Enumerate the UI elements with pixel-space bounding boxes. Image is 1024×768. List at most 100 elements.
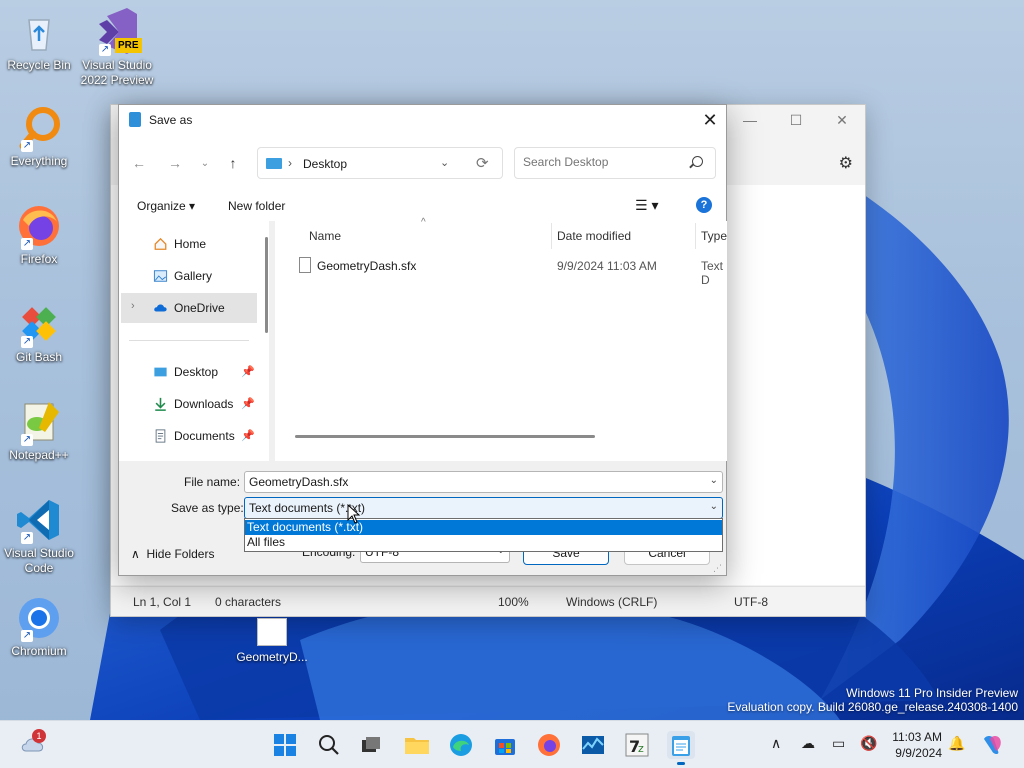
desktop-icon-recycle-bin[interactable]: Recycle Bin: [0, 8, 78, 73]
chromium-icon: ↗: [15, 594, 63, 642]
notepadpp-icon: ↗: [15, 398, 63, 446]
svg-text:z: z: [638, 742, 644, 755]
notepad-taskbar-icon[interactable]: [667, 731, 695, 765]
file-name-label: File name:: [184, 475, 241, 489]
minimize-icon[interactable]: —: [727, 105, 773, 135]
seven-zip-icon[interactable]: 7z: [623, 731, 651, 759]
clock-date: 9/9/2024: [895, 746, 942, 760]
copilot-icon[interactable]: [978, 731, 1006, 759]
recent-locations-chevron-icon[interactable]: ⌄: [193, 151, 217, 175]
search-input[interactable]: [523, 155, 683, 169]
save-as-type-dropdown[interactable]: Text documents (*.txt) All files: [244, 518, 723, 552]
desktop-file-geometrydash[interactable]: GeometryD...: [236, 618, 308, 664]
desktop-icon-visual-studio[interactable]: PRE ↗ Visual Studio 2022 Preview: [78, 8, 156, 88]
dialog-title-bar: Save as ✕: [119, 105, 726, 135]
system-clock[interactable]: 11:03 AM 9/9/2024: [884, 729, 942, 761]
recycle-bin-icon: [15, 8, 63, 56]
file-type-cell: Text D: [701, 259, 724, 287]
onedrive-cloud-icon: [154, 304, 167, 312]
address-bar[interactable]: › Desktop ⌄ ⟳: [257, 147, 503, 179]
search-icon[interactable]: [692, 156, 703, 167]
dropdown-option-text-documents[interactable]: Text documents (*.txt): [245, 520, 722, 535]
nav-item-downloads[interactable]: Downloads 📌: [121, 389, 257, 419]
gallery-icon: [153, 270, 168, 282]
file-explorer-icon[interactable]: [403, 731, 431, 759]
file-name-input[interactable]: GeometryDash.sfx ⌄: [244, 471, 723, 493]
close-icon[interactable]: ✕: [694, 105, 726, 135]
hide-folders-button[interactable]: ∧ Hide Folders: [131, 547, 214, 561]
home-icon: [154, 237, 167, 250]
save-as-type-select[interactable]: Text documents (*.txt) ⌄: [244, 497, 723, 519]
start-button-icon[interactable]: [271, 731, 299, 759]
nav-item-home[interactable]: Home: [121, 229, 257, 259]
task-manager-icon[interactable]: [579, 731, 607, 759]
address-dropdown-icon[interactable]: ⌄: [440, 156, 449, 169]
nav-divider: [129, 340, 249, 341]
desktop-icon-notepadpp[interactable]: ↗ Notepad++: [0, 398, 78, 463]
network-disconnected-icon[interactable]: ☁: [801, 735, 815, 752]
microsoft-store-icon[interactable]: [491, 731, 519, 759]
status-line-ending: Windows (CRLF): [566, 594, 658, 609]
settings-gear-icon[interactable]: ⚙: [839, 153, 853, 173]
breadcrumb-chevron-icon: ›: [288, 156, 292, 170]
desktop-icon-chromium[interactable]: ↗ Chromium: [0, 594, 78, 659]
desktop-icon-vscode[interactable]: ↗ Visual Studio Code: [0, 496, 78, 576]
column-header-date[interactable]: Date modified: [557, 229, 631, 243]
pin-icon[interactable]: 📌: [241, 365, 255, 378]
help-icon[interactable]: ?: [696, 197, 712, 213]
column-divider[interactable]: [695, 223, 696, 249]
refresh-icon[interactable]: ⟳: [476, 154, 489, 172]
pin-icon[interactable]: 📌: [241, 397, 255, 410]
dropdown-option-all-files[interactable]: All files: [245, 535, 722, 550]
git-bash-icon: ↗: [15, 300, 63, 348]
view-options-icon[interactable]: ☰ ▾: [635, 197, 658, 214]
navigation-pane: Home Gallery › OneDrive Desktop 📌 Downlo…: [119, 221, 269, 461]
display-icon[interactable]: ▭: [832, 735, 845, 752]
search-icon[interactable]: [315, 731, 343, 759]
maximize-icon[interactable]: ☐: [773, 105, 819, 135]
address-path[interactable]: Desktop: [303, 157, 347, 171]
dialog-title: Save as: [149, 113, 193, 127]
chevron-down-icon[interactable]: ⌄: [710, 475, 718, 486]
edge-browser-icon[interactable]: [447, 731, 475, 759]
nav-item-documents[interactable]: Documents 📌: [121, 421, 257, 451]
column-header-name[interactable]: Name: [309, 229, 341, 243]
downloads-arrow-icon: [155, 397, 166, 411]
shortcut-arrow-icon: ↗: [21, 630, 33, 642]
shortcut-arrow-icon: ↗: [99, 44, 111, 56]
back-arrow-icon[interactable]: ←: [127, 151, 151, 175]
desktop-icon-firefox[interactable]: ↗ Firefox: [0, 202, 78, 267]
nav-item-onedrive[interactable]: › OneDrive: [121, 293, 257, 323]
nav-scrollbar[interactable]: [265, 237, 268, 333]
horizontal-scrollbar[interactable]: [295, 435, 595, 438]
firefox-icon: ↗: [15, 202, 63, 250]
save-as-dialog: Save as ✕ ← → ⌄ ↑ › Desktop ⌄ ⟳ Organize…: [118, 104, 727, 576]
chevron-down-icon[interactable]: ⌄: [710, 501, 718, 512]
expand-chevron-icon[interactable]: ›: [131, 300, 135, 312]
new-folder-button[interactable]: New folder: [228, 199, 285, 213]
up-arrow-icon[interactable]: ↑: [221, 151, 245, 175]
column-header-type[interactable]: Type: [701, 229, 727, 243]
task-view-icon[interactable]: [357, 731, 385, 759]
volume-icon[interactable]: 🔇: [860, 735, 877, 752]
text-file-icon: [257, 618, 287, 646]
windows-evaluation-watermark: Windows 11 Pro Insider Preview Evaluatio…: [727, 686, 1018, 714]
organize-button[interactable]: Organize ▾: [137, 199, 195, 213]
desktop-icon-everything[interactable]: ↗ Everything: [0, 104, 78, 169]
status-characters: 0 characters: [215, 594, 282, 609]
show-hidden-icons-chevron-icon[interactable]: ∧: [771, 735, 781, 752]
pin-icon[interactable]: 📌: [241, 429, 255, 442]
firefox-icon[interactable]: [535, 731, 563, 759]
nav-item-desktop[interactable]: Desktop 📌: [121, 357, 257, 387]
nav-item-gallery[interactable]: Gallery: [121, 261, 257, 291]
vscode-icon: ↗: [15, 496, 63, 544]
close-icon[interactable]: ✕: [819, 105, 865, 135]
desktop-icon-git-bash[interactable]: ↗ Git Bash: [0, 300, 78, 365]
forward-arrow-icon[interactable]: →: [163, 151, 187, 175]
file-row[interactable]: GeometryDash.sfx 9/9/2024 11:03 AM Text …: [275, 255, 727, 287]
notification-bell-icon[interactable]: 🔔: [948, 735, 965, 752]
status-position: Ln 1, Col 1: [133, 594, 192, 609]
search-box[interactable]: [514, 147, 716, 179]
column-divider[interactable]: [551, 223, 552, 249]
resize-grip-icon[interactable]: ⋰: [713, 563, 722, 574]
